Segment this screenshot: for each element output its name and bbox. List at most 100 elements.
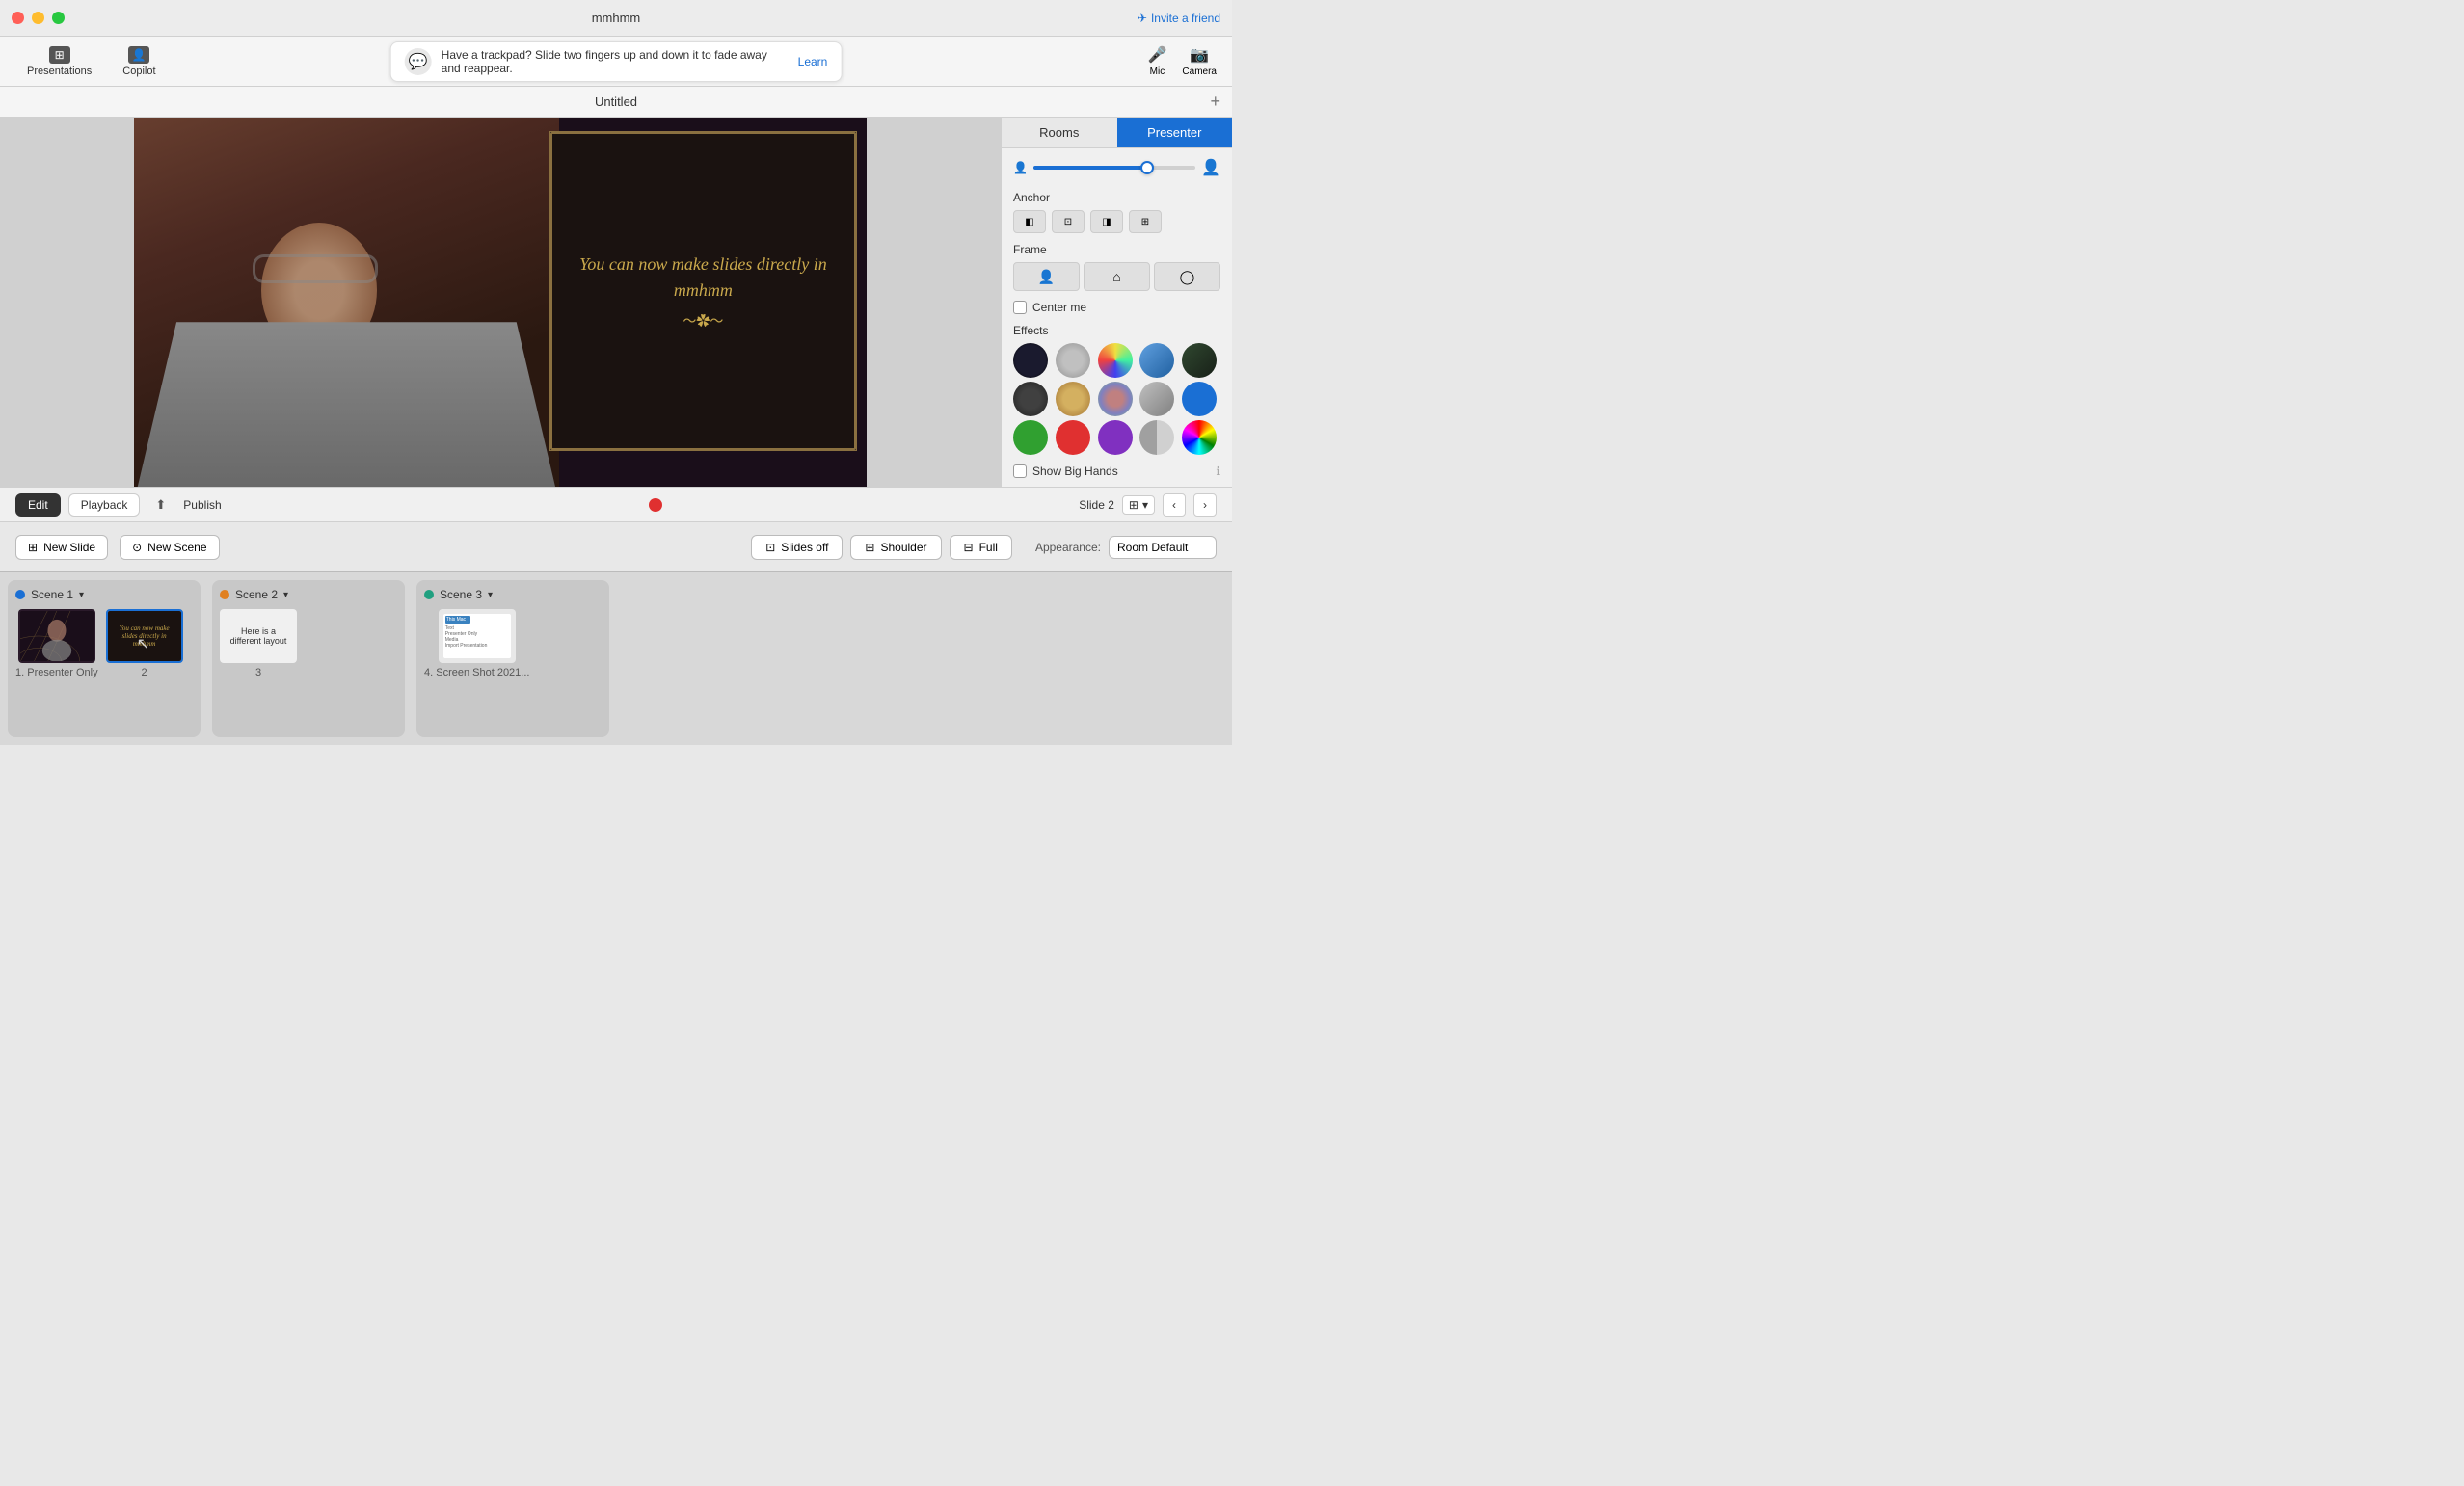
size-slider[interactable]	[1033, 166, 1195, 170]
next-slide-button[interactable]: ›	[1193, 493, 1217, 517]
rooms-tab[interactable]: Rooms	[1002, 118, 1117, 147]
appearance-select-wrap: Room Default	[1109, 536, 1217, 559]
center-me-checkbox[interactable]	[1013, 301, 1027, 314]
info-icon: ℹ	[1216, 464, 1220, 478]
effect-green-dark[interactable]	[1182, 343, 1217, 378]
close-button[interactable]	[12, 12, 24, 24]
scenes-panel: Scene 1 ▾	[0, 571, 1232, 745]
minimize-button[interactable]	[32, 12, 44, 24]
camera-control[interactable]: 📷 Camera	[1182, 45, 1217, 77]
playback-button[interactable]: Playback	[68, 493, 141, 517]
new-scene-button[interactable]: ⊙ New Scene	[120, 535, 219, 560]
reset-button[interactable]: ↺ Reset	[1177, 486, 1220, 487]
record-button[interactable]	[649, 498, 662, 512]
effect-film[interactable]	[1013, 382, 1048, 416]
effect-red-solid[interactable]	[1056, 420, 1090, 455]
center-me-row: Center me	[1013, 301, 1220, 314]
scene-2-chevron[interactable]: ▾	[283, 590, 288, 600]
frame-circle[interactable]: ◯	[1154, 262, 1220, 291]
effect-color[interactable]	[1098, 343, 1133, 378]
slide-4-thumb[interactable]: This Mac Text Presenter Only Media Impor…	[439, 609, 516, 663]
thumb-person-bg	[20, 611, 94, 661]
scene-3-label: Scene 3	[440, 588, 482, 601]
anchor-full[interactable]: ⊞	[1129, 210, 1162, 233]
effects-section: Effects	[1013, 324, 1220, 455]
appearance-select[interactable]: Room Default	[1109, 536, 1217, 559]
mic-control[interactable]: 🎤 Mic	[1148, 45, 1167, 77]
effect-blur[interactable]	[1056, 343, 1090, 378]
panel-tabs: Rooms Presenter	[1002, 118, 1232, 148]
screenshot-menu4: Import Presentation	[445, 643, 509, 649]
anchor-section: Anchor ◧ ⊡ ◨ ⊞	[1013, 191, 1220, 233]
effect-grey-half[interactable]	[1139, 420, 1174, 455]
scene-group-1: Scene 1 ▾	[8, 580, 201, 737]
anchor-options: ◧ ⊡ ◨ ⊞	[1013, 210, 1220, 233]
scene-2-label: Scene 2	[235, 588, 278, 601]
maximize-button[interactable]	[52, 12, 65, 24]
preview-area: You can now make slides directly in mmhm…	[0, 118, 1001, 487]
slides-off-button[interactable]: ⊡ Slides off	[751, 535, 843, 560]
presentations-button[interactable]: ⊞ Presentations	[15, 42, 103, 81]
frame-options: 👤 ⌂ ◯	[1013, 262, 1220, 291]
effect-blue-grad[interactable]	[1139, 343, 1174, 378]
cursor-icon: ↖	[137, 634, 149, 653]
prev-slide-button[interactable]: ‹	[1163, 493, 1186, 517]
banner-text: Have a trackpad? Slide two fingers up an…	[442, 48, 789, 75]
upload-icon: ⬆	[155, 497, 166, 513]
invite-friend-button[interactable]: ✈ Invite a friend	[1138, 12, 1220, 25]
effect-gold[interactable]	[1056, 382, 1090, 416]
slide-1-thumb[interactable]	[18, 609, 95, 663]
doc-title: Untitled	[595, 94, 637, 109]
plus-icon-slide: ⊞	[28, 541, 38, 554]
anchor-right[interactable]: ◨	[1090, 210, 1123, 233]
anchor-left[interactable]: ◧	[1013, 210, 1046, 233]
slide-ornament: 〜✿〜	[683, 311, 723, 331]
effect-green-solid[interactable]	[1013, 420, 1048, 455]
slide-4-content: This Mac Text Presenter Only Media Impor…	[441, 611, 514, 661]
scene-1-chevron[interactable]: ▾	[79, 590, 84, 600]
presenter-only-svg	[20, 609, 94, 663]
slide-label: Slide 2	[1079, 498, 1114, 512]
frame-person[interactable]: 👤	[1013, 262, 1080, 291]
frame-label: Frame	[1013, 243, 1220, 256]
full-button[interactable]: ⊟ Full	[950, 535, 1012, 560]
show-big-hands-label: Show Big Hands	[1032, 464, 1118, 478]
effect-dark[interactable]	[1013, 343, 1048, 378]
learn-button[interactable]: Learn	[798, 55, 828, 68]
publish-area: ⬆ Publish	[155, 494, 232, 516]
person-large-icon: 👤	[1201, 158, 1220, 177]
effect-grey[interactable]	[1139, 382, 1174, 416]
slide-selector[interactable]: ⊞ ▾	[1122, 495, 1155, 515]
effect-blue-solid[interactable]	[1182, 382, 1217, 416]
frame-arch[interactable]: ⌂	[1084, 262, 1150, 291]
add-tab-button[interactable]: +	[1210, 92, 1220, 112]
show-big-hands-checkbox[interactable]	[1013, 464, 1027, 478]
circle-icon: ⊙	[132, 541, 142, 554]
show-big-hands-row: Show Big Hands ℹ	[1013, 464, 1220, 478]
record-area	[241, 498, 1072, 512]
panel-content: 👤 👤 Anchor ◧ ⊡ ◨ ⊞ Frame	[1002, 148, 1232, 487]
publish-button[interactable]: Publish	[172, 494, 232, 516]
effect-custom[interactable]	[1182, 420, 1217, 455]
trackpad-icon: 💬	[405, 48, 432, 75]
grid-icon: ⊞	[1129, 498, 1138, 512]
reset-icon: ↺	[1177, 486, 1187, 487]
effect-purple-solid[interactable]	[1098, 420, 1133, 455]
slide-1-label: 1. Presenter Only	[15, 667, 98, 678]
effect-multi[interactable]	[1098, 382, 1133, 416]
slide-3-thumb[interactable]: Here is a different layout	[220, 609, 297, 663]
glasses-shape	[253, 254, 378, 283]
preview-canvas: You can now make slides directly in mmhm…	[134, 118, 867, 487]
slide-2-thumb[interactable]: You can now make slides directly in mmhm…	[106, 609, 183, 663]
shoulder-button[interactable]: ⊞ Shoulder	[850, 535, 941, 560]
presentations-label: Presentations	[27, 66, 92, 77]
presenter-tab[interactable]: Presenter	[1117, 118, 1233, 147]
slider-thumb[interactable]	[1140, 161, 1154, 174]
edit-button[interactable]: Edit	[15, 493, 61, 517]
new-slide-button[interactable]: ⊞ New Slide	[15, 535, 108, 560]
copilot-button[interactable]: 👤 Copilot	[111, 42, 167, 81]
anchor-label: Anchor	[1013, 191, 1220, 204]
anchor-center-v[interactable]: ⊡	[1052, 210, 1085, 233]
effects-label: Effects	[1013, 324, 1220, 337]
scene-3-chevron[interactable]: ▾	[488, 590, 493, 600]
